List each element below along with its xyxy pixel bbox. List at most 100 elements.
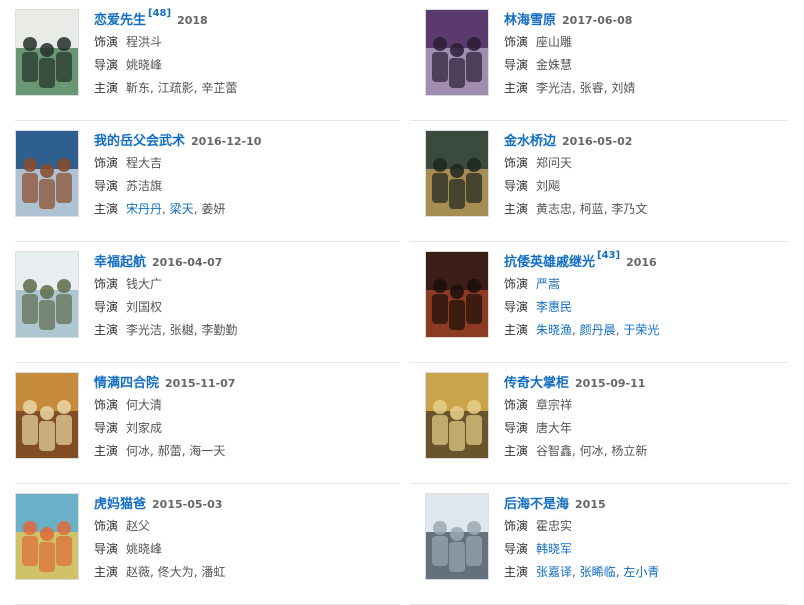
- title-line: 金水桥边 2016-05-02: [504, 128, 804, 152]
- person-name: 郝蕾: [157, 444, 182, 458]
- person-name: 柯蓝: [579, 202, 604, 216]
- person-name: 章宗祥: [536, 398, 573, 412]
- role-row: 饰演 程洪斗: [94, 31, 394, 54]
- director-label: 导演: [504, 179, 529, 193]
- person-link[interactable]: 左小青: [623, 565, 659, 579]
- person-name: 谷智鑫: [536, 444, 573, 458]
- poster-thumbnail[interactable]: [15, 251, 79, 338]
- person-name: 座山雕: [536, 35, 573, 49]
- person-link[interactable]: 宋丹丹: [126, 202, 162, 216]
- poster-thumbnail[interactable]: [425, 372, 489, 459]
- person-name: 刘飚: [536, 179, 561, 193]
- citation-link[interactable]: [43]: [597, 250, 620, 261]
- work-title-link[interactable]: 我的岳父会武术: [94, 134, 185, 149]
- director-row: 导演 姚晓峰: [94, 54, 394, 77]
- release-date: 2016-05-02: [562, 135, 633, 148]
- name-separator: ,: [572, 202, 580, 216]
- person-link[interactable]: 韩晓军: [536, 542, 572, 556]
- director-row: 导演 刘家成: [94, 417, 394, 440]
- director-row: 导演 韩晓军: [504, 538, 804, 561]
- release-date: 2015: [575, 498, 606, 511]
- person-link[interactable]: 于荣光: [623, 323, 659, 337]
- cast-label: 主演: [94, 444, 119, 458]
- person-name: 黄志忠: [536, 202, 573, 216]
- work-title-link[interactable]: 幸福起航: [94, 255, 146, 270]
- citation-link[interactable]: [48]: [148, 8, 171, 19]
- name-separator: ,: [162, 202, 170, 216]
- release-date: 2015-11-07: [165, 377, 236, 390]
- work-title-link[interactable]: 恋爱先生: [94, 13, 146, 28]
- person-link[interactable]: 朱晓渔: [536, 323, 572, 337]
- title-line: 虎妈猫爸 2015-05-03: [94, 491, 394, 515]
- poster-thumbnail[interactable]: [425, 9, 489, 96]
- release-date: 2017-06-08: [562, 14, 633, 27]
- person-link[interactable]: 颜丹晨: [580, 323, 616, 337]
- filmography-entry: 抗倭英雄戚继光 [43] 2016 饰演 严嵩 导演 李惠民 主演 朱晓渔, 颜丹晨, 于荣光: [410, 242, 804, 363]
- cast-row: 主演 李光洁, 张睿, 刘婧: [504, 77, 804, 100]
- poster-art: [426, 10, 488, 95]
- poster-thumbnail[interactable]: [425, 130, 489, 217]
- poster-art: [426, 373, 488, 458]
- name-separator: ,: [150, 81, 158, 95]
- role-row: 饰演 霍忠实: [504, 515, 804, 538]
- poster-thumbnail[interactable]: [15, 9, 79, 96]
- work-title-link[interactable]: 传奇大掌柜: [504, 376, 569, 391]
- title-line: 我的岳父会武术 2016-12-10: [94, 128, 394, 152]
- work-title-link[interactable]: 虎妈猫爸: [94, 497, 146, 512]
- person-name: 杨立新: [611, 444, 648, 458]
- name-separator: ,: [572, 81, 580, 95]
- entry-info: 恋爱先生 [48] 2018 饰演 程洪斗 导演 姚晓峰 主演 靳东, 江疏影, 辛芷蕾: [94, 7, 394, 100]
- release-date: 2016: [626, 256, 657, 269]
- name-separator: ,: [150, 444, 158, 458]
- role-label: 饰演: [94, 519, 119, 533]
- release-date: 2016-04-07: [152, 256, 223, 269]
- poster-art: [426, 131, 488, 216]
- poster-thumbnail[interactable]: [425, 251, 489, 338]
- work-title-link[interactable]: 金水桥边: [504, 134, 556, 149]
- person-link[interactable]: 李惠民: [536, 300, 572, 314]
- entry-info: 传奇大掌柜 2015-09-11 饰演 章宗祥 导演 唐大年 主演 谷智鑫, 何冰, 杨立新: [504, 370, 804, 463]
- poster-thumbnail[interactable]: [15, 130, 79, 217]
- name-separator: ,: [572, 444, 580, 458]
- person-name: 何冰: [579, 444, 604, 458]
- poster-thumbnail[interactable]: [15, 372, 79, 459]
- person-link[interactable]: 张睎临: [580, 565, 616, 579]
- person-name: 刘婧: [611, 81, 636, 95]
- entry-info: 幸福起航 2016-04-07 饰演 钱大广 导演 刘国权 主演 李光洁, 张樾, 李勤勤: [94, 249, 394, 342]
- cast-row: 主演 何冰, 郝蕾, 海一天: [94, 440, 394, 463]
- person-name: 张樾: [169, 323, 194, 337]
- cast-row: 主演 李光洁, 张樾, 李勤勤: [94, 319, 394, 342]
- person-link[interactable]: 严嵩: [536, 277, 560, 291]
- cast-row: 主演 宋丹丹, 梁天, 姜妍: [94, 198, 394, 221]
- release-date: 2018: [177, 14, 208, 27]
- person-name: 赵薇: [126, 565, 151, 579]
- director-row: 导演 刘国权: [94, 296, 394, 319]
- director-label: 导演: [94, 179, 119, 193]
- poster-thumbnail[interactable]: [425, 493, 489, 580]
- filmography-entry: 虎妈猫爸 2015-05-03 饰演 赵父 导演 姚晓峰 主演 赵薇, 佟大为, 潘虹: [0, 484, 410, 605]
- person-link[interactable]: 梁天: [170, 202, 194, 216]
- poster-thumbnail[interactable]: [15, 493, 79, 580]
- filmography-entry: 恋爱先生 [48] 2018 饰演 程洪斗 导演 姚晓峰 主演 靳东, 江疏影, 辛芷蕾: [0, 0, 410, 121]
- director-row: 导演 姚晓峰: [94, 538, 394, 561]
- role-label: 饰演: [504, 519, 529, 533]
- person-name: 江疏影: [157, 81, 194, 95]
- poster-art: [426, 252, 488, 337]
- cast-row: 主演 朱晓渔, 颜丹晨, 于荣光: [504, 319, 804, 342]
- work-title-link[interactable]: 抗倭英雄戚继光: [504, 255, 595, 270]
- person-name: 李勤勤: [201, 323, 238, 337]
- role-label: 饰演: [504, 35, 529, 49]
- cast-label: 主演: [94, 323, 119, 337]
- work-title-link[interactable]: 情满四合院: [94, 376, 159, 391]
- person-name: 李乃文: [611, 202, 648, 216]
- title-line: 后海不是海 2015: [504, 491, 804, 515]
- work-title-link[interactable]: 后海不是海: [504, 497, 569, 512]
- filmography-entry: 金水桥边 2016-05-02 饰演 郑问天 导演 刘飚 主演 黄志忠, 柯蓝, 李乃文: [410, 121, 804, 242]
- person-name: 程洪斗: [126, 35, 163, 49]
- work-title-link[interactable]: 林海雪原: [504, 13, 556, 28]
- person-name: 姚晓峰: [126, 542, 163, 556]
- person-name: 何冰: [126, 444, 151, 458]
- director-label: 导演: [94, 421, 119, 435]
- title-line: 抗倭英雄戚继光 [43] 2016: [504, 249, 804, 273]
- person-link[interactable]: 张嘉译: [536, 565, 572, 579]
